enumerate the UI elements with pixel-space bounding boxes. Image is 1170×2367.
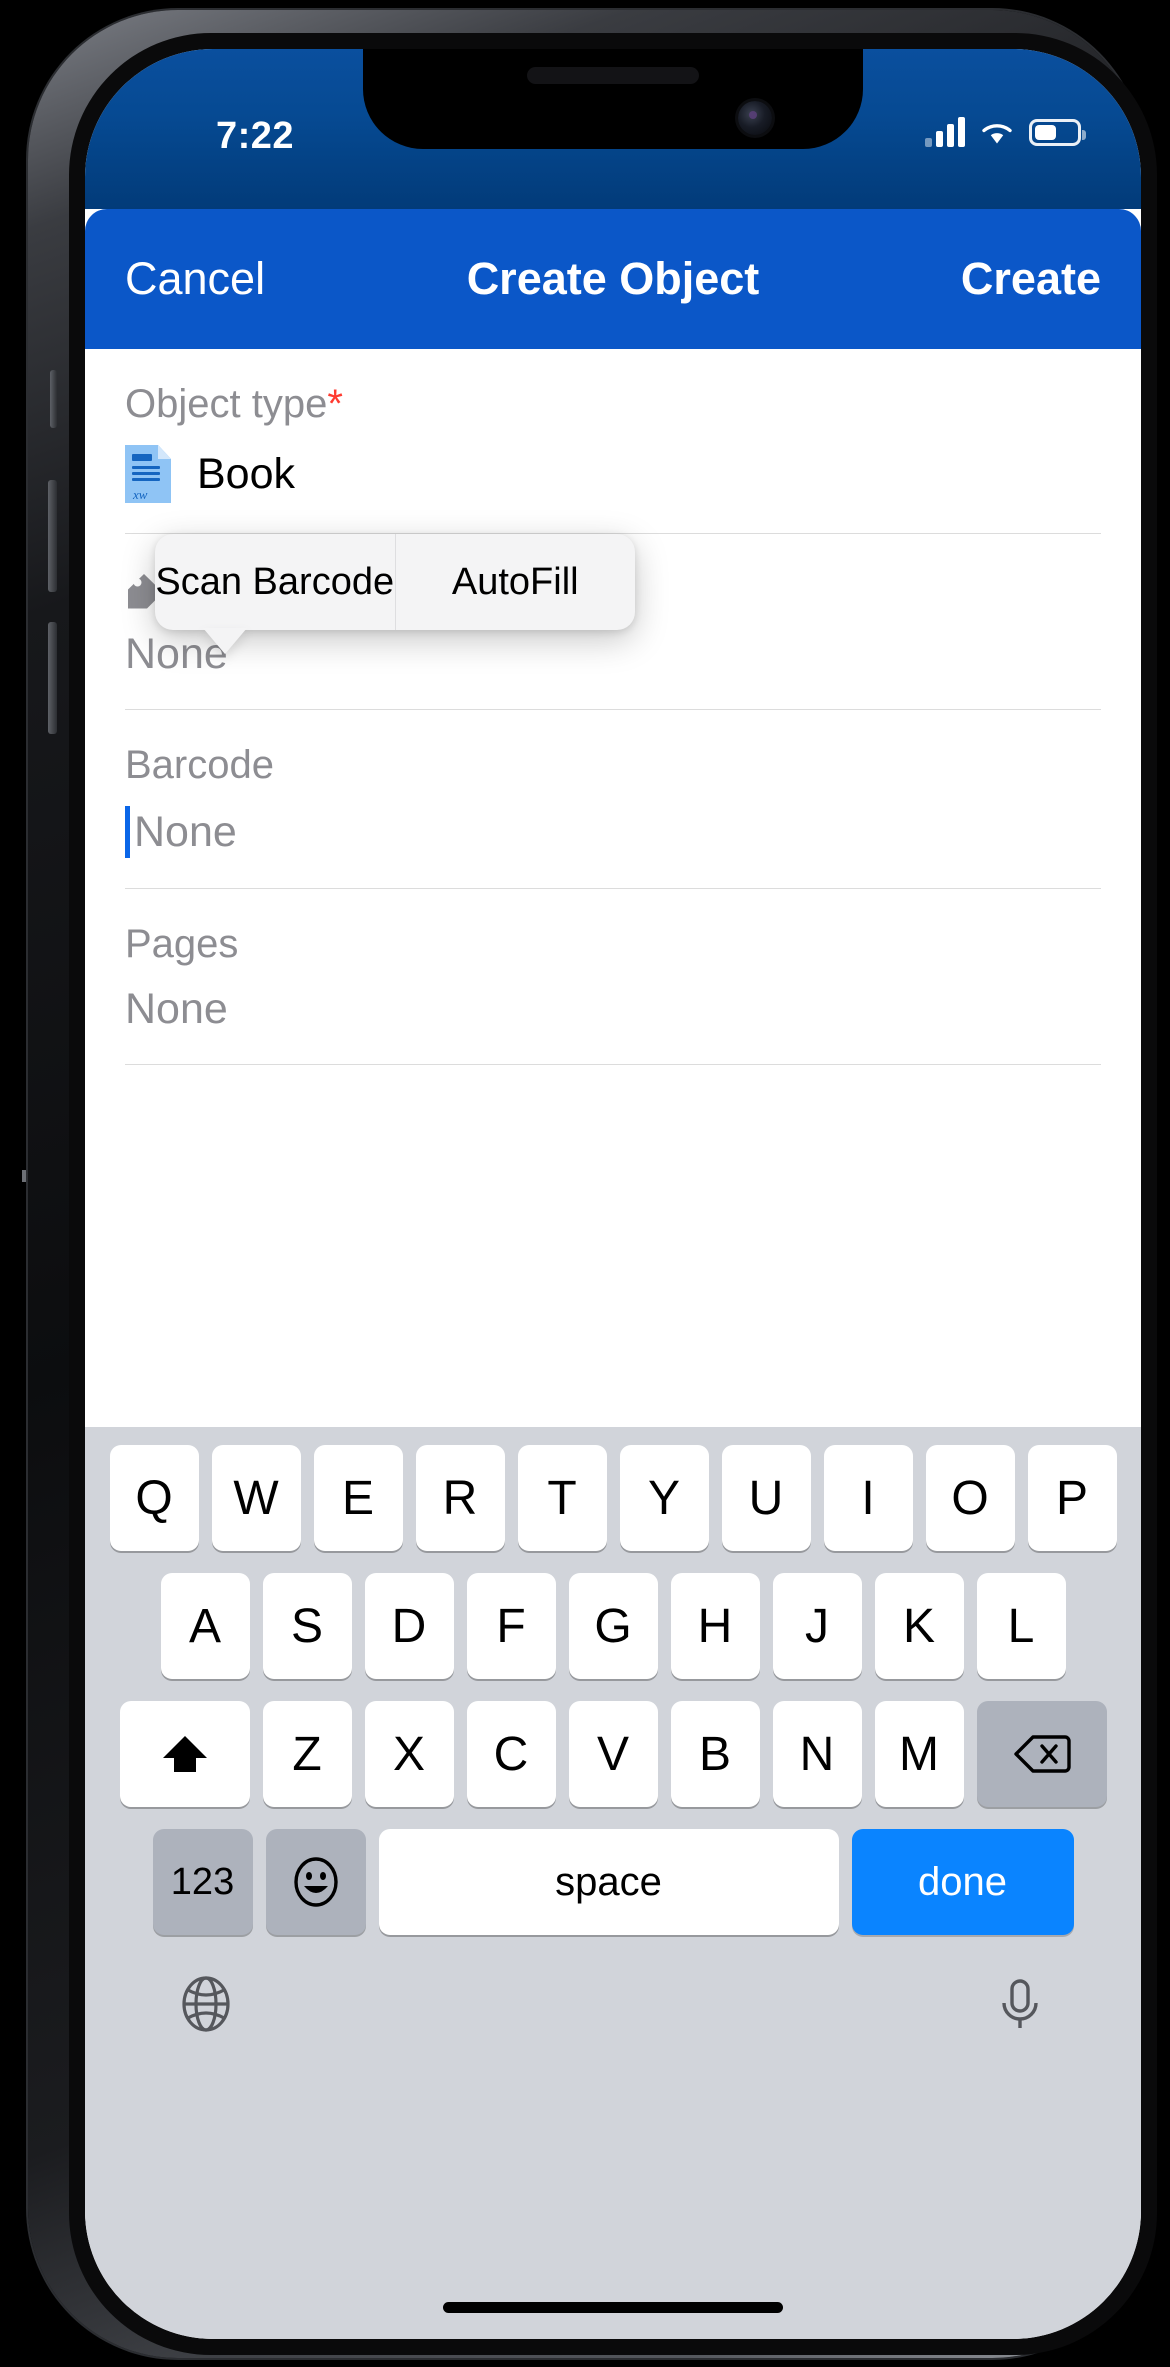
key-l[interactable]: L [976, 1573, 1066, 1679]
volume-down-button[interactable] [48, 622, 57, 734]
microphone-icon[interactable] [989, 1973, 1051, 2035]
key-n[interactable]: N [772, 1701, 862, 1807]
key-v[interactable]: V [568, 1701, 658, 1807]
screenshot-canvas: 7:22 Cancel Create Object Create Object … [0, 0, 1170, 2367]
field-value-name[interactable]: None [125, 630, 1101, 679]
field-object-type[interactable]: Object type * xw Book [125, 349, 1101, 534]
field-value-pages[interactable]: None [125, 985, 1101, 1034]
key-k[interactable]: K [874, 1573, 964, 1679]
key-d[interactable]: D [364, 1573, 454, 1679]
key-t[interactable]: T [517, 1445, 607, 1551]
navigation-bar: Cancel Create Object Create [85, 209, 1141, 349]
create-object-form: Object type * xw Book None Barcode None … [85, 349, 1141, 1427]
key-u[interactable]: U [721, 1445, 811, 1551]
text-cursor [125, 806, 130, 858]
backspace-icon [1013, 1735, 1071, 1773]
field-label-barcode: Barcode [125, 744, 1101, 786]
required-marker: * [327, 382, 343, 426]
cellular-signal-icon [925, 117, 965, 147]
battery-icon [1029, 118, 1086, 146]
field-value-barcode[interactable]: None [125, 806, 1101, 858]
label-text: Barcode [125, 743, 274, 787]
onscreen-keyboard: Q W E R T Y U I O P A S D F G H J K L Z … [85, 1427, 1141, 2339]
key-f[interactable]: F [466, 1573, 556, 1679]
home-indicator[interactable] [443, 2302, 783, 2313]
mute-switch[interactable] [50, 370, 57, 428]
key-g[interactable]: G [568, 1573, 658, 1679]
object-type-value: Book [197, 449, 296, 498]
key-z[interactable]: Z [262, 1701, 352, 1807]
status-bar-time: 7:22 [215, 115, 295, 157]
key-c[interactable]: C [466, 1701, 556, 1807]
field-value-object-type[interactable]: xw Book [125, 445, 1101, 503]
key-s[interactable]: S [262, 1573, 352, 1679]
numbers-key[interactable]: 123 [152, 1829, 253, 1935]
key-w[interactable]: W [211, 1445, 301, 1551]
status-bar: 7:22 [85, 49, 1141, 209]
key-e[interactable]: E [313, 1445, 403, 1551]
label-text: Pages [125, 922, 239, 966]
key-b[interactable]: B [670, 1701, 760, 1807]
keyboard-row-2: A S D F G H J K L [85, 1573, 1141, 1679]
notch [363, 49, 863, 149]
key-m[interactable]: M [874, 1701, 964, 1807]
context-menu-tail [203, 628, 247, 654]
done-key[interactable]: done [851, 1829, 1074, 1935]
field-barcode[interactable]: Barcode None [125, 710, 1101, 889]
field-label-object-type: Object type * [125, 383, 1101, 425]
label-text: Object type [125, 382, 328, 426]
key-o[interactable]: O [925, 1445, 1015, 1551]
shift-key[interactable] [119, 1701, 250, 1807]
front-camera-icon [738, 101, 772, 135]
pages-value: None [125, 985, 228, 1033]
field-label-pages: Pages [125, 923, 1101, 965]
create-button[interactable]: Create [961, 253, 1101, 305]
barcode-value: None [134, 807, 237, 856]
earpiece-speaker [527, 67, 699, 84]
keyboard-row-3: Z X C V B N M [85, 1701, 1141, 1807]
page-title: Create Object [466, 253, 760, 304]
key-a[interactable]: A [160, 1573, 250, 1679]
menu-item-scan-barcode[interactable]: Scan Barcode [155, 534, 395, 630]
key-r[interactable]: R [415, 1445, 505, 1551]
key-x[interactable]: X [364, 1701, 454, 1807]
phone-screen: 7:22 Cancel Create Object Create Object … [85, 49, 1141, 2339]
key-q[interactable]: Q [109, 1445, 199, 1551]
key-h[interactable]: H [670, 1573, 760, 1679]
document-icon: xw [125, 445, 171, 503]
wifi-icon [982, 124, 1012, 144]
shift-icon [162, 1736, 207, 1772]
key-j[interactable]: J [772, 1573, 862, 1679]
volume-up-button[interactable] [48, 480, 57, 592]
emoji-key[interactable] [265, 1829, 366, 1935]
keyboard-row-1: Q W E R T Y U I O P [85, 1445, 1141, 1551]
backspace-key[interactable] [976, 1701, 1107, 1807]
menu-item-autofill[interactable]: AutoFill [394, 534, 636, 630]
globe-icon[interactable] [175, 1973, 237, 2035]
space-key[interactable]: space [378, 1829, 839, 1935]
status-bar-indicators [925, 117, 1086, 147]
cancel-button[interactable]: Cancel [125, 253, 265, 305]
phone-frame: 7:22 Cancel Create Object Create Object … [28, 10, 1157, 2358]
key-y[interactable]: Y [619, 1445, 709, 1551]
context-menu[interactable]: Scan Barcode AutoFill [155, 534, 635, 630]
key-i[interactable]: I [823, 1445, 913, 1551]
emoji-icon [293, 1857, 338, 1907]
keyboard-bottom-row [85, 1957, 1141, 2035]
key-p[interactable]: P [1027, 1445, 1117, 1551]
keyboard-row-4: 123 space done [85, 1829, 1141, 1935]
field-pages[interactable]: Pages None [125, 889, 1101, 1065]
